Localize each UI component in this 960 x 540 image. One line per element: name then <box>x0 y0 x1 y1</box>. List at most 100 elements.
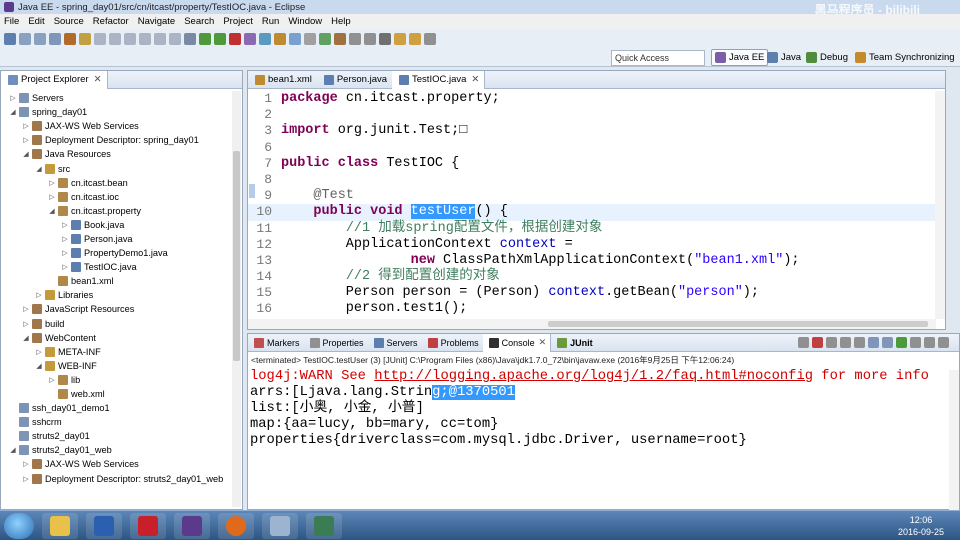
console-toolbar-icon[interactable] <box>854 337 865 348</box>
close-icon[interactable]: ✕ <box>539 337 547 348</box>
collapse-arrow-icon[interactable]: ◢ <box>35 165 43 173</box>
tree-item[interactable]: ▷ Servers <box>1 91 242 105</box>
expand-arrow-icon[interactable]: ▷ <box>48 179 56 187</box>
expand-arrow-icon[interactable]: ▷ <box>61 235 69 243</box>
code-text[interactable]: //2 得到配置创建的对象 <box>281 269 500 285</box>
start-button[interactable] <box>4 513 34 539</box>
toolbar-icon[interactable] <box>364 33 376 45</box>
tree-item[interactable]: ▷ cn.itcast.ioc <box>1 190 242 204</box>
collapse-arrow-icon[interactable]: ◢ <box>35 362 43 370</box>
menu-item-refactor[interactable]: Refactor <box>93 16 129 27</box>
perspective-debug[interactable]: Debug <box>803 49 851 66</box>
tree-item[interactable]: ▷ lib <box>1 373 242 387</box>
code-line[interactable]: 10 public void testUser() { <box>248 204 936 221</box>
expand-arrow-icon[interactable]: ▷ <box>61 221 69 229</box>
taskbar-app-green[interactable] <box>306 513 342 539</box>
code-line[interactable]: 15 Person person = (Person) context.getB… <box>248 285 936 301</box>
close-icon[interactable]: ✕ <box>471 74 479 85</box>
expand-arrow-icon[interactable]: ▷ <box>22 460 30 468</box>
taskbar-eclipse[interactable] <box>174 513 210 539</box>
toolbar-icon[interactable] <box>154 33 166 45</box>
expand-arrow-icon[interactable]: ▷ <box>22 320 30 328</box>
tree-item[interactable]: ◢ spring_day01 <box>1 105 242 119</box>
perspective-java[interactable]: Java <box>764 49 804 66</box>
tree-item[interactable]: ▷ JavaScript Resources <box>1 302 242 316</box>
code-line[interactable]: 7 public class TestIOC { <box>248 156 936 172</box>
code-line[interactable]: 14 //2 得到配置创建的对象 <box>248 269 936 285</box>
tree-item[interactable]: ▷ Deployment Descriptor: spring_day01 <box>1 133 242 147</box>
tab-console[interactable]: Console ✕ <box>482 333 552 352</box>
collapse-arrow-icon[interactable]: ◢ <box>9 108 17 116</box>
expand-arrow-icon[interactable]: ▷ <box>22 475 30 483</box>
code-line[interactable]: 12 ApplicationContext context = <box>248 237 936 253</box>
toolbar-icon[interactable] <box>244 33 256 45</box>
tab-servers[interactable]: Servers <box>368 334 422 352</box>
menu-item-project[interactable]: Project <box>223 16 253 27</box>
close-icon[interactable]: ✕ <box>94 74 102 85</box>
code-text[interactable]: person.test1(); <box>281 301 468 317</box>
expand-arrow-icon[interactable]: ▷ <box>35 348 43 356</box>
expand-arrow-icon[interactable]: ▷ <box>22 136 30 144</box>
editor-horizontal-scrollbar[interactable] <box>248 319 936 329</box>
menu-item-window[interactable]: Window <box>288 16 322 27</box>
perspective-team-synchronizing[interactable]: Team Synchronizing <box>852 49 958 66</box>
code-line[interactable]: 8 <box>248 172 936 188</box>
tree-item[interactable]: ▷ JAX-WS Web Services <box>1 119 242 133</box>
console-toolbar-icon[interactable] <box>812 337 823 348</box>
system-clock[interactable]: 12:06 2016-09-25 <box>898 514 944 538</box>
tree-item[interactable]: ◢ src <box>1 161 242 175</box>
menu-item-navigate[interactable]: Navigate <box>138 16 176 27</box>
code-area[interactable]: 1 package cn.itcast.property; 2 3 import org… <box>248 91 936 319</box>
tab-markers[interactable]: Markers <box>248 334 304 352</box>
toolbar-icon[interactable] <box>49 33 61 45</box>
code-text[interactable]: new ClassPathXmlApplicationContext("bean… <box>281 253 800 269</box>
console-toolbar-icon[interactable] <box>910 337 921 348</box>
perspective-java-ee[interactable]: Java EE <box>711 49 769 66</box>
tree-item[interactable]: ▷ Libraries <box>1 288 242 302</box>
code-line[interactable]: 2 <box>248 107 936 123</box>
code-line[interactable]: 6 <box>248 140 936 156</box>
tree-item[interactable]: web.xml <box>1 387 242 401</box>
collapse-arrow-icon[interactable]: ◢ <box>22 150 30 158</box>
toolbar-icon[interactable] <box>274 33 286 45</box>
scroll-thumb[interactable] <box>548 321 928 327</box>
tree-item[interactable]: ◢ cn.itcast.property <box>1 204 242 218</box>
toolbar-icon[interactable] <box>184 33 196 45</box>
code-line[interactable]: 11 //1 加载spring配置文件，根据创建对象 <box>248 221 936 237</box>
toolbar-icon[interactable] <box>379 33 391 45</box>
menu-item-run[interactable]: Run <box>262 16 279 27</box>
code-line[interactable]: 1 package cn.itcast.property; <box>248 91 936 107</box>
tree-item[interactable]: ▷ Book.java <box>1 218 242 232</box>
tab-problems[interactable]: Problems <box>422 334 483 352</box>
code-line[interactable]: 3 import org.junit.Test;□ <box>248 123 936 139</box>
console-toolbar-icon[interactable] <box>826 337 837 348</box>
toolbar-icon[interactable] <box>334 33 346 45</box>
expand-arrow-icon[interactable]: ▷ <box>48 193 56 201</box>
tree-item[interactable]: ▷ META-INF <box>1 345 242 359</box>
tab-testioc-java[interactable]: TestIOC.java ✕ <box>392 70 486 89</box>
tab-person-java[interactable]: Person.java <box>317 71 392 89</box>
tab-properties[interactable]: Properties <box>304 334 368 352</box>
toolbar-icon[interactable] <box>79 33 91 45</box>
collapse-arrow-icon[interactable]: ◢ <box>22 334 30 342</box>
tree-item[interactable]: sshcrm <box>1 415 242 429</box>
menu-item-file[interactable]: File <box>4 16 19 27</box>
console-toolbar-icon[interactable] <box>868 337 879 348</box>
toolbar-icon[interactable] <box>4 33 16 45</box>
toolbar-icon[interactable] <box>169 33 181 45</box>
console-output[interactable]: log4j:WARN See http://logging.apache.org… <box>250 369 929 449</box>
toolbar-icon[interactable] <box>64 33 76 45</box>
code-text[interactable]: @Test <box>281 188 354 204</box>
tab-bean1-xml[interactable]: bean1.xml <box>248 71 317 89</box>
code-text[interactable]: package cn.itcast.property; <box>281 91 500 107</box>
tree-item[interactable]: bean1.xml <box>1 274 242 288</box>
code-text[interactable]: ApplicationContext context = <box>281 237 573 253</box>
console-toolbar-icon[interactable] <box>924 337 935 348</box>
code-line[interactable]: 9 @Test <box>248 188 936 204</box>
expand-arrow-icon[interactable]: ▷ <box>9 94 17 102</box>
tree-item[interactable]: ▷ Deployment Descriptor: struts2_day01_we… <box>1 472 242 486</box>
toolbar-icon[interactable] <box>124 33 136 45</box>
code-line[interactable]: 16 person.test1(); <box>248 301 936 317</box>
tab-junit[interactable]: JUnit <box>551 334 597 352</box>
taskbar-app-red[interactable] <box>130 513 166 539</box>
